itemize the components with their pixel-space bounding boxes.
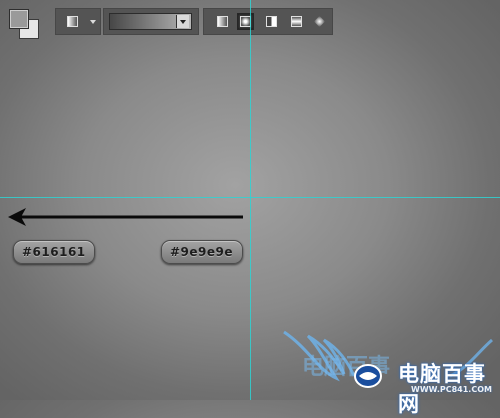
gradient-picker-dropdown-icon[interactable] xyxy=(176,15,189,28)
reflected-gradient-icon[interactable] xyxy=(288,13,305,30)
left-arrow-icon xyxy=(8,208,243,226)
gradient-editor-swatch[interactable] xyxy=(109,13,192,30)
reflected-gradient-glyph xyxy=(291,16,302,27)
horizontal-guide[interactable] xyxy=(0,197,500,198)
watermark-url: WWW.PC841.COM xyxy=(411,385,492,394)
color-swatches[interactable] xyxy=(9,9,41,41)
linear-gradient-icon[interactable] xyxy=(214,13,231,30)
diamond-gradient-glyph xyxy=(314,16,325,27)
chevron-down-icon[interactable] xyxy=(90,20,96,24)
linear-gradient-glyph xyxy=(217,16,228,27)
angle-gradient-icon[interactable] xyxy=(263,13,280,30)
foreground-color-swatch[interactable] xyxy=(9,9,29,29)
angle-gradient-glyph xyxy=(266,16,277,27)
radial-gradient-icon[interactable] xyxy=(237,13,254,30)
gradient-preset-swatch xyxy=(67,16,78,27)
edge-color-label: #616161 xyxy=(13,240,95,264)
tool-preset-picker[interactable] xyxy=(55,8,101,35)
gradient-tool-icon[interactable] xyxy=(64,13,81,30)
gradient-type-group xyxy=(203,8,333,35)
diamond-gradient-icon[interactable] xyxy=(311,13,328,30)
center-color-label: #9e9e9e xyxy=(161,240,243,264)
gradient-editor-panel xyxy=(103,8,199,35)
vertical-guide[interactable] xyxy=(250,0,251,400)
